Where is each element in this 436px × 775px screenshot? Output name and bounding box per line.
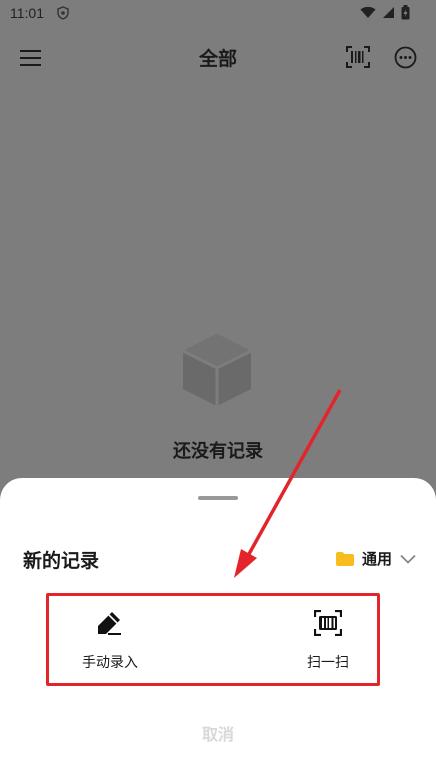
folder-label: 通用 <box>361 550 392 568</box>
hamburger-menu-icon[interactable] <box>20 49 42 67</box>
top-app-bar: 全部 <box>0 40 436 78</box>
cube-box-icon <box>182 334 252 406</box>
signal-icon <box>383 7 394 18</box>
folder-selector[interactable]: 通用 <box>335 548 416 569</box>
folder-icon <box>335 551 354 566</box>
cancel-button[interactable]: 取消 <box>168 721 268 747</box>
app-screen: 11:01 全部 还没有记录 新的记录 通用 手动录入 扫一扫 取消 <box>0 0 436 775</box>
barcode-scan-icon[interactable] <box>346 46 370 68</box>
shield-icon <box>57 6 69 20</box>
page-title: 全部 <box>198 48 237 70</box>
wifi-icon <box>360 6 376 18</box>
more-options-icon[interactable] <box>394 46 417 69</box>
empty-state-text: 还没有记录 <box>173 441 263 462</box>
sheet-title: 新的记录 <box>23 550 100 572</box>
annotation-highlight-box <box>46 593 380 686</box>
status-icons <box>360 5 410 20</box>
status-bar: 11:01 <box>0 0 436 28</box>
status-time: 11:01 <box>10 5 44 21</box>
drag-handle[interactable] <box>198 496 238 500</box>
chevron-down-icon <box>400 554 416 564</box>
battery-icon <box>401 5 410 20</box>
